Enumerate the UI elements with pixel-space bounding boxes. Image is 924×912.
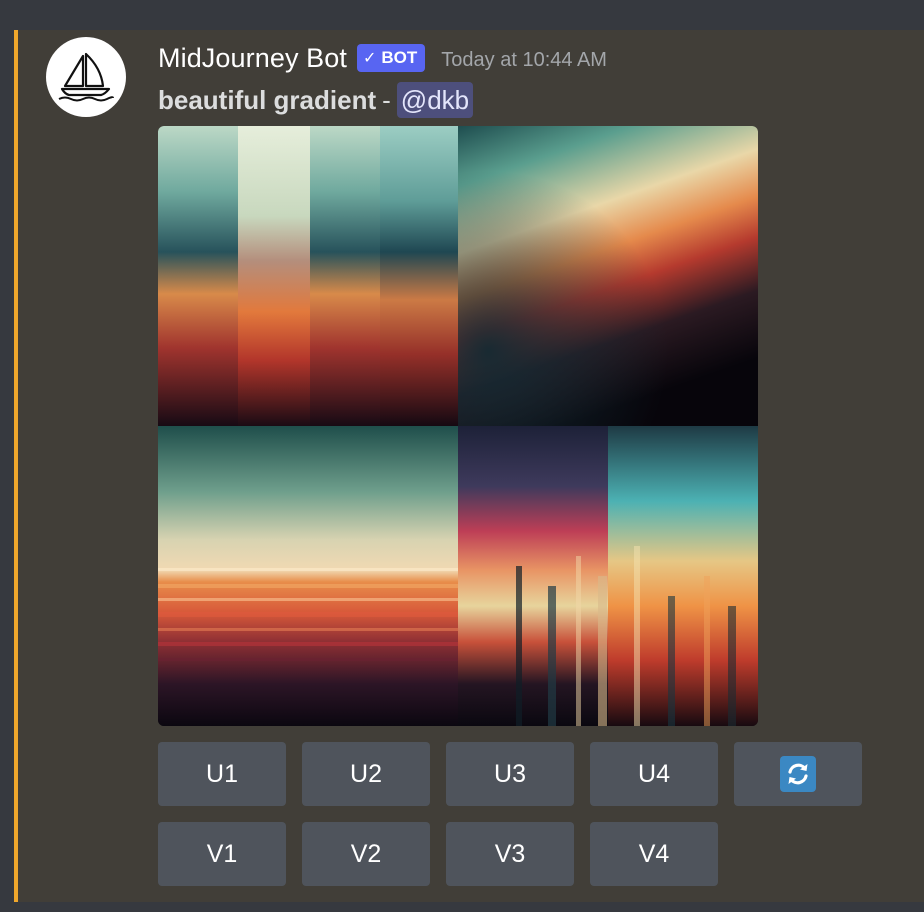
image-tile-1[interactable] [158, 126, 458, 426]
message-content: beautiful gradient - @dkb [158, 82, 474, 118]
channel-bottom-area [0, 902, 924, 912]
image-grid[interactable] [158, 126, 758, 726]
image-tile-2[interactable] [458, 126, 758, 426]
avatar[interactable] [46, 37, 126, 117]
variation-button-3[interactable]: V3 [446, 822, 574, 886]
image-tile-3[interactable] [158, 426, 458, 726]
upscale-button-3[interactable]: U3 [446, 742, 574, 806]
upscale-button-row: U1 U2 U3 U4 [158, 742, 862, 806]
image-tile-4[interactable] [458, 426, 758, 726]
channel-top-area [0, 0, 924, 30]
bot-badge: ✓ BOT [357, 44, 426, 72]
author-name[interactable]: MidJourney Bot [158, 43, 347, 74]
sailboat-logo-icon [58, 52, 114, 102]
bot-badge-label: BOT [381, 48, 418, 67]
upscale-button-2[interactable]: U2 [302, 742, 430, 806]
reroll-button[interactable] [734, 742, 862, 806]
content-separator: - [382, 84, 391, 115]
variation-button-4[interactable]: V4 [590, 822, 718, 886]
prompt-text: beautiful gradient [158, 84, 377, 115]
variation-button-row: V1 V2 V3 V4 [158, 822, 718, 886]
refresh-icon [780, 756, 816, 792]
variation-button-2[interactable]: V2 [302, 822, 430, 886]
upscale-button-4[interactable]: U4 [590, 742, 718, 806]
user-mention[interactable]: @dkb [396, 82, 474, 118]
upscale-button-1[interactable]: U1 [158, 742, 286, 806]
message-header: MidJourney Bot ✓ BOT Today at 10:44 AM [158, 38, 607, 78]
variation-button-1[interactable]: V1 [158, 822, 286, 886]
chat-message: MidJourney Bot ✓ BOT Today at 10:44 AM b… [14, 30, 924, 902]
message-timestamp[interactable]: Today at 10:44 AM [441, 49, 607, 72]
verified-check-icon: ✓ [363, 50, 377, 67]
